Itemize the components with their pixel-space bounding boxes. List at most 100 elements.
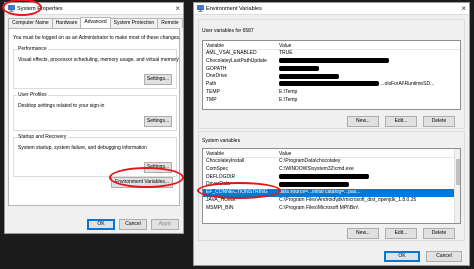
column-header-value[interactable]: Value — [276, 149, 294, 157]
column-header-variable[interactable]: Variable — [203, 41, 276, 49]
list-item[interactable]: DEFLOGDIR — [203, 174, 460, 182]
column-header-value[interactable]: Value — [276, 41, 294, 49]
variable-value — [276, 73, 460, 81]
env-ok-button[interactable]: OK — [384, 251, 420, 262]
environment-variables-icon — [197, 5, 204, 12]
redaction-mark — [279, 57, 389, 63]
system-variables-header: Variable Value — [203, 149, 460, 158]
startup-recovery-desc: System startup, system failure, and debu… — [18, 145, 147, 151]
close-icon[interactable]: × — [461, 4, 466, 14]
variable-name: OneDrive — [206, 73, 228, 80]
list-item[interactable]: TEMP E:\Temp — [203, 89, 460, 97]
window-title: System Properties — [17, 6, 63, 12]
variable-value-text: ...olsForAI\RuntimeSD... — [380, 81, 435, 88]
variable-name: DEFLOGDIR — [206, 173, 236, 180]
variable-value: E:\Temp — [279, 96, 298, 103]
column-header-variable[interactable]: Variable — [203, 149, 276, 157]
list-item-selected[interactable]: EF_CONNECTIONSTRING data source=...initi… — [203, 189, 460, 197]
user-profiles-desc: Desktop settings related to your sign-in — [18, 103, 105, 109]
ok-button[interactable]: OK — [87, 219, 115, 230]
list-item[interactable]: TMP E:\Temp — [203, 97, 460, 105]
user-profiles-label: User Profiles — [17, 92, 48, 98]
startup-recovery-settings-button[interactable]: Settings... — [144, 162, 172, 173]
user-delete-button[interactable]: Delete — [423, 116, 455, 127]
system-variables-list[interactable]: Variable Value ChocolateyInstall C:\Prog… — [202, 148, 461, 224]
variable-value: E:\Temp — [279, 88, 298, 95]
list-item[interactable]: MSMPI_BIN C:\Program Files\Microsoft MPI… — [203, 205, 460, 213]
system-properties-titlebar[interactable]: System Properties × — [5, 3, 183, 15]
tab-advanced[interactable]: Advanced — [80, 17, 111, 28]
list-item[interactable]: JAVA_HOME C:\Program Files\Android\jdk\m… — [203, 197, 460, 205]
variable-name: MSMPI_BIN — [206, 204, 234, 211]
variable-value: C:\ProgramData\chocolatey — [279, 158, 341, 164]
system-variables-label: System variables — [202, 138, 241, 144]
system-properties-window: System Properties × Computer Name Hardwa… — [4, 2, 184, 234]
user-variables-header: Variable Value — [203, 41, 460, 50]
performance-group: Performance Visual effects, processor sc… — [13, 46, 179, 89]
user-edit-button[interactable]: Edit... — [385, 116, 417, 127]
variable-value: C:\Program Files\Android\jdk\microsoft_d… — [279, 196, 417, 203]
redaction-mark — [279, 65, 319, 71]
variable-value — [276, 181, 460, 189]
environment-variables-window: Environment Variables × User variables f… — [193, 2, 470, 266]
system-list-scrollbar[interactable] — [454, 149, 460, 223]
tab-hardware[interactable]: Hardware — [51, 18, 82, 28]
list-item[interactable]: ChocolateyInstall C:\ProgramData\chocola… — [203, 158, 460, 166]
startup-recovery-group: Startup and Recovery System startup, sys… — [13, 134, 177, 177]
variable-value: C:\WINDOWS\system32\cmd.exe — [279, 165, 354, 172]
tab-system-protection[interactable]: System Protection — [109, 18, 159, 28]
variable-value: ...olsForAI\RuntimeSD... — [276, 81, 460, 89]
environment-variables-titlebar[interactable]: Environment Variables × — [194, 3, 469, 15]
user-variables-group: User variables for 6587 Variable Value A… — [198, 19, 465, 129]
variable-value — [276, 57, 460, 66]
list-item[interactable]: GOPATH — [203, 66, 460, 74]
variable-name: JAVA_HOME — [206, 196, 236, 203]
user-profiles-group: User Profiles Desktop settings related t… — [13, 92, 177, 131]
variable-value: C:\Program Files\Microsoft MPI\Bin\ — [279, 204, 359, 211]
list-item[interactable]: Path ...olsForAI\RuntimeSD... — [203, 81, 460, 89]
performance-desc: Visual effects, processor scheduling, me… — [18, 57, 179, 63]
variable-name: DriverData — [206, 181, 230, 188]
variable-value: TRUE — [279, 50, 293, 56]
performance-settings-button[interactable]: Settings... — [144, 74, 172, 85]
redaction-mark — [279, 181, 349, 187]
user-profiles-settings-button[interactable]: Settings... — [144, 116, 172, 127]
performance-label: Performance — [17, 46, 48, 52]
advanced-tab-panel: You must be logged on as an Administrato… — [8, 28, 180, 206]
system-variables-group: System variables Variable Value Chocolat… — [198, 131, 465, 241]
variable-name: EF_CONNECTIONSTRING — [206, 189, 268, 196]
list-item[interactable]: ChocolateyLastPathUpdate — [203, 58, 460, 66]
redaction-mark — [279, 173, 369, 179]
redaction-mark — [279, 81, 379, 87]
variable-name: ChocolateyLastPathUpdate — [206, 57, 267, 64]
system-new-button[interactable]: New... — [347, 228, 379, 239]
variable-name: GOPATH — [206, 65, 227, 72]
variable-name: AML_VSAI_ENABLED — [206, 50, 257, 56]
env-cancel-button[interactable]: Cancel — [426, 251, 462, 262]
environment-variables-button[interactable]: Environment Variables... — [111, 177, 173, 188]
system-edit-button[interactable]: Edit... — [385, 228, 417, 239]
system-delete-button[interactable]: Delete — [423, 228, 455, 239]
list-item[interactable]: DriverData — [203, 181, 460, 189]
list-item[interactable]: OneDrive — [203, 73, 460, 81]
apply-button[interactable]: Apply — [151, 219, 179, 230]
scrollbar-thumb[interactable] — [456, 159, 460, 185]
cancel-button[interactable]: Cancel — [119, 219, 147, 230]
variable-value: data source=...initial catalog=...pas... — [279, 189, 361, 196]
redaction-mark — [279, 73, 339, 79]
list-item[interactable]: AML_VSAI_ENABLED TRUE — [203, 50, 460, 58]
variable-name: TEMP — [206, 88, 220, 95]
tab-computer-name[interactable]: Computer Name — [8, 18, 53, 28]
user-variables-label: User variables for 6587 — [202, 28, 254, 34]
system-properties-icon — [8, 5, 15, 12]
user-variables-list[interactable]: Variable Value AML_VSAI_ENABLED TRUE Cho… — [202, 40, 461, 110]
close-icon[interactable]: × — [175, 4, 180, 14]
variable-name: Path — [206, 81, 217, 88]
env-window-title: Environment Variables — [206, 6, 262, 12]
user-new-button[interactable]: New... — [347, 116, 379, 127]
tab-remote[interactable]: Remote — [157, 18, 183, 28]
list-item[interactable]: ComSpec C:\WINDOWS\system32\cmd.exe — [203, 166, 460, 174]
variable-value — [276, 65, 460, 74]
tab-strip: Computer Name Hardware Advanced System P… — [8, 17, 183, 28]
variable-name: ChocolateyInstall — [206, 158, 245, 164]
